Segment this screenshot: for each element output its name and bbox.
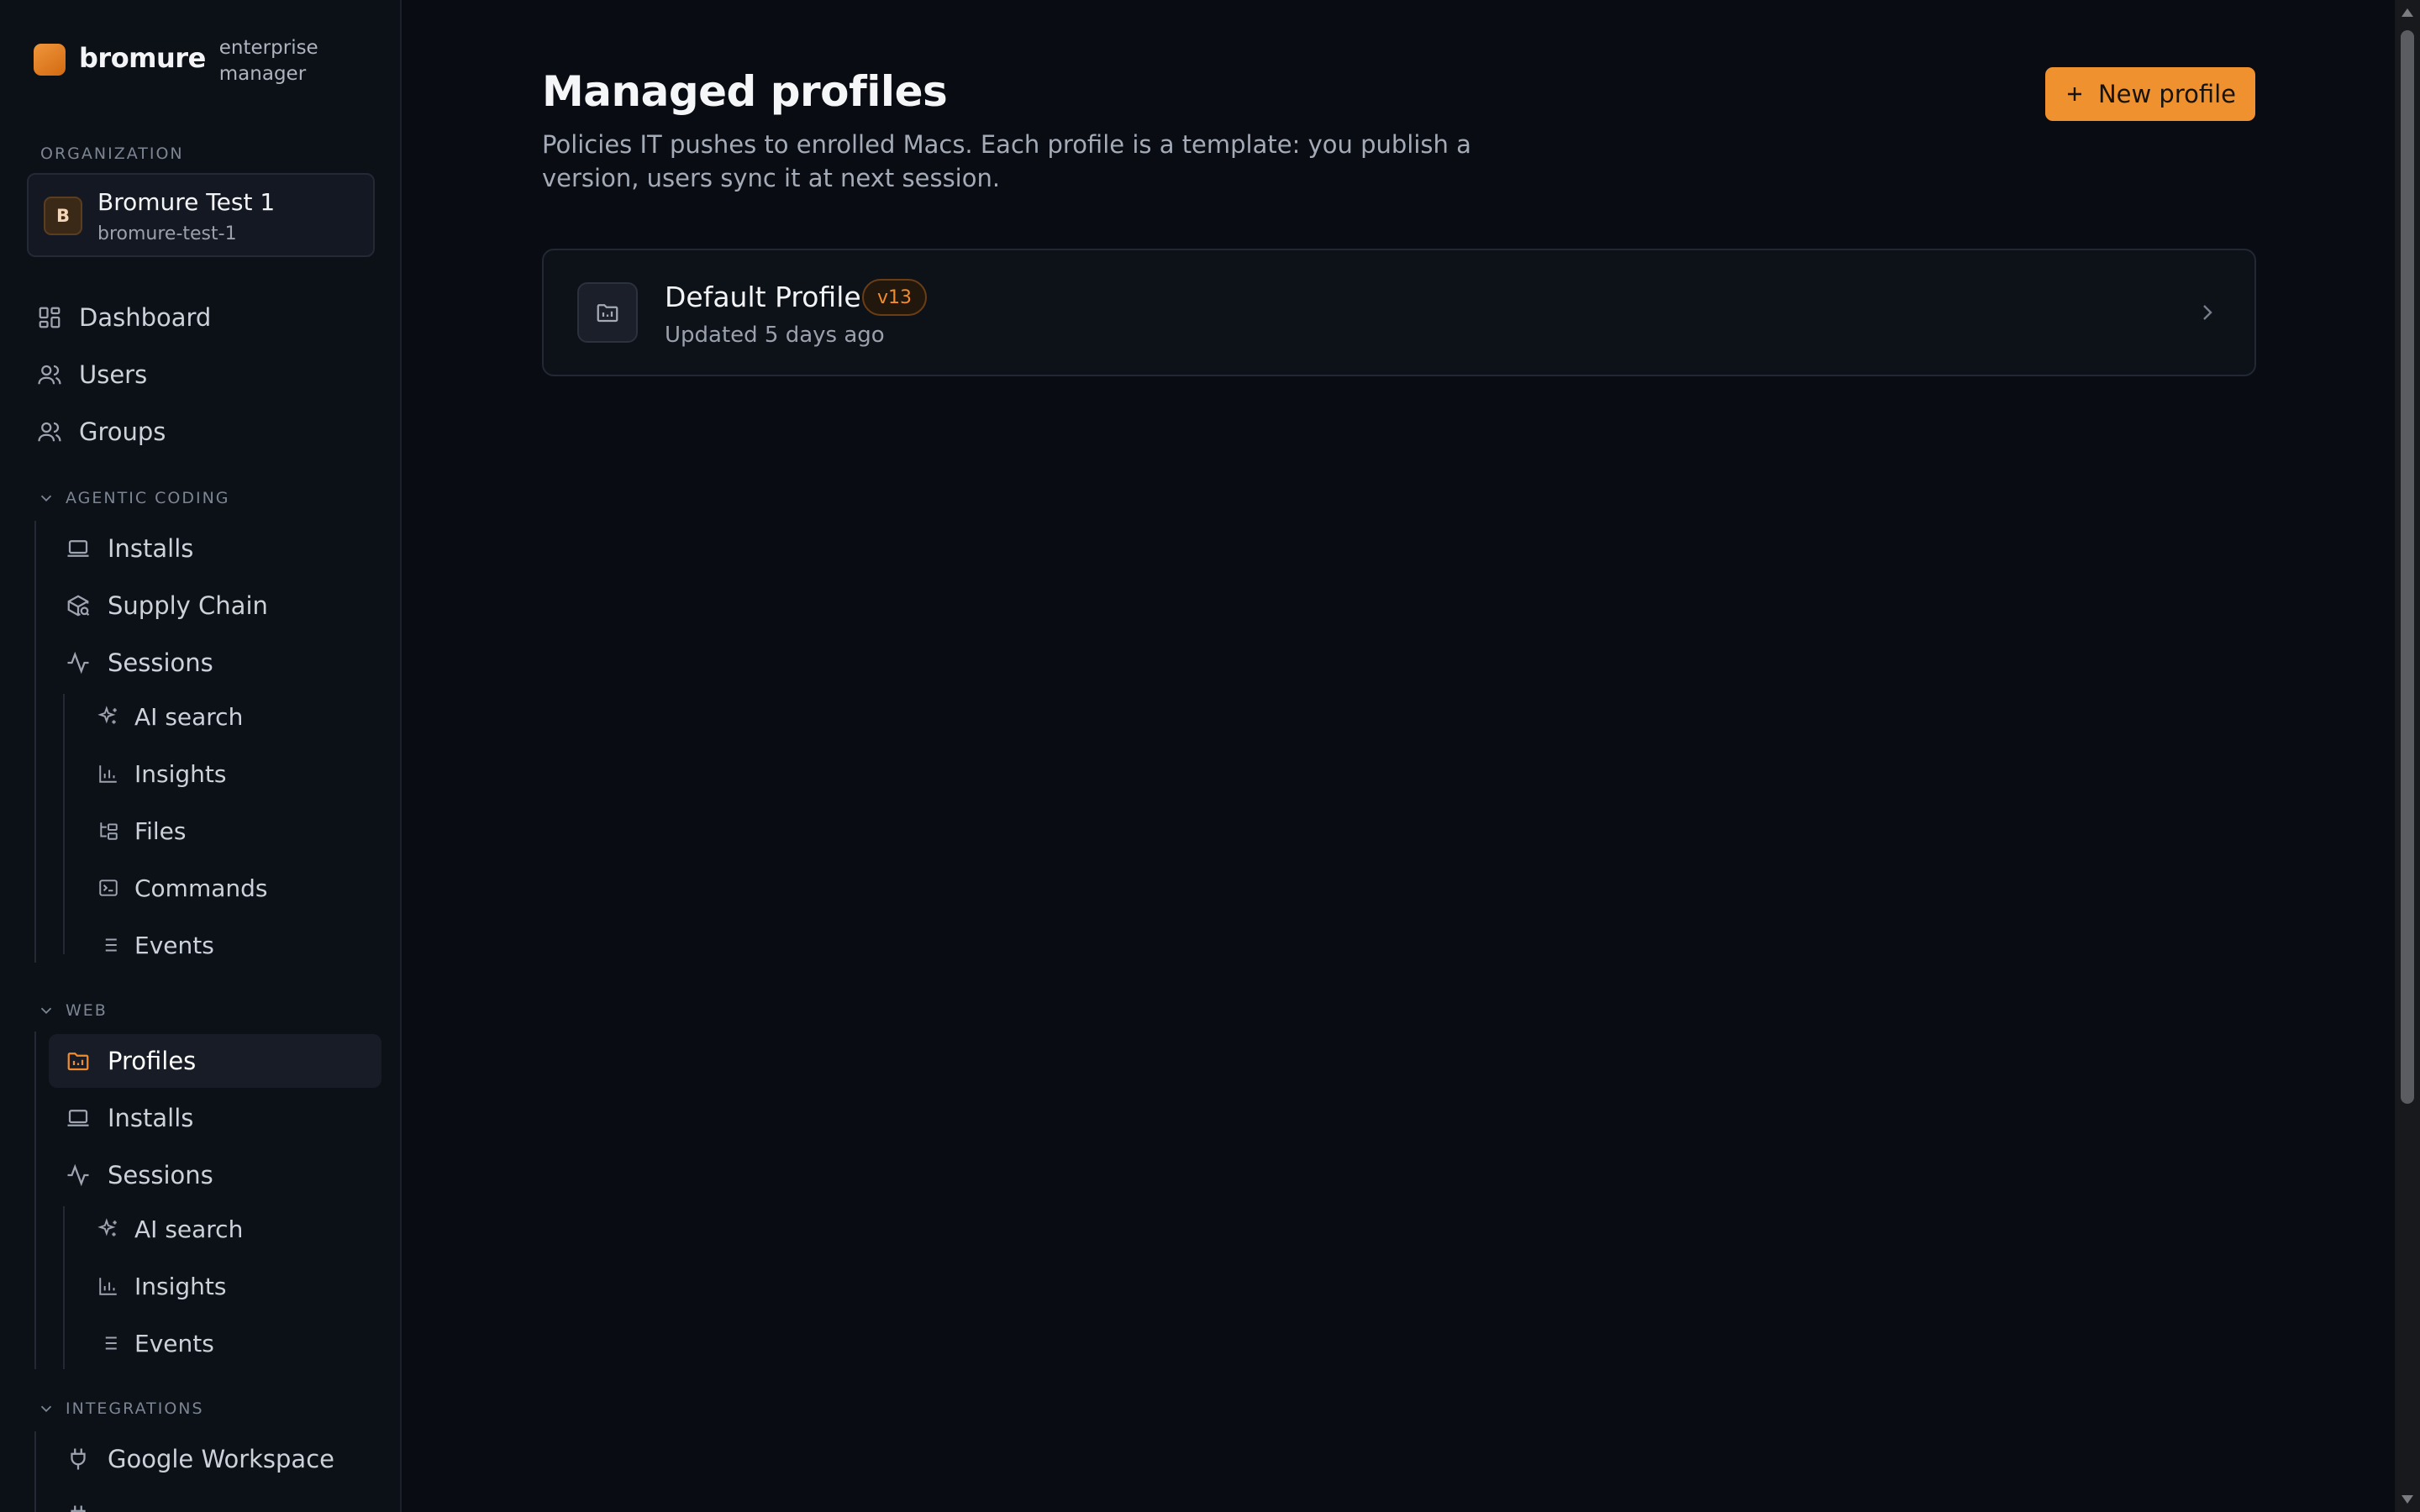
- scrollbar-thumb[interactable]: [2401, 30, 2414, 1104]
- sidebar-item-label: Events: [134, 931, 214, 959]
- scroll-down-arrow-icon[interactable]: [2402, 1495, 2413, 1504]
- chevron-down-icon: [40, 1405, 52, 1413]
- sidebar-item-coding-sessions[interactable]: Sessions: [66, 636, 381, 690]
- sidebar-item-web-insights[interactable]: Insights: [97, 1259, 381, 1313]
- sidebar-item-web-ai-search[interactable]: AI search: [97, 1202, 381, 1256]
- org-avatar: B: [44, 197, 82, 235]
- brand-logo: [34, 44, 66, 76]
- sidebar-item-users[interactable]: Users: [37, 348, 381, 402]
- sidebar-item-label: Files: [134, 816, 187, 845]
- sparkles-icon: [97, 1218, 119, 1240]
- subsection-guide-line: [63, 1206, 65, 1369]
- sidebar-item-coding-commands[interactable]: Commands: [97, 861, 381, 915]
- sidebar-item-label: Profiles: [108, 1047, 197, 1075]
- profile-name: Default Profile: [665, 281, 861, 313]
- sidebar-item-dashboard[interactable]: Dashboard: [37, 291, 381, 344]
- sidebar-item-label: Sessions: [108, 1161, 213, 1189]
- web-section[interactable]: WEB: [37, 1001, 108, 1020]
- brand-subtitle: enterprise manager: [218, 37, 318, 85]
- sidebar: bromure enterprise manager ORGANIZATION …: [0, 0, 402, 1512]
- plus-icon: [2067, 87, 2081, 101]
- bar-chart-icon: [97, 1275, 119, 1297]
- plug-icon: [66, 1446, 91, 1472]
- page-description: Policies IT pushes to enrolled Macs. Eac…: [542, 130, 1471, 192]
- dashboard-icon: [37, 305, 62, 330]
- organization-switcher[interactable]: B Bromure Test 1 bromure-test-1: [27, 173, 375, 257]
- sidebar-item-coding-insights[interactable]: Insights: [97, 747, 381, 801]
- sidebar-item-label: Installs: [108, 534, 194, 563]
- sidebar-item-label: Dashboard: [79, 303, 212, 332]
- plug-icon: [66, 1504, 91, 1512]
- subsection-guide-line: [63, 694, 65, 954]
- section-label: WEB: [66, 1001, 108, 1020]
- folder-tree-icon: [97, 820, 119, 842]
- list-icon: [97, 934, 119, 956]
- profile-card[interactable]: Default Profile v13 Updated 5 days ago: [542, 249, 2256, 376]
- laptop-icon: [66, 1105, 91, 1131]
- sidebar-item-coding-ai-search[interactable]: AI search: [97, 690, 381, 743]
- folder-chart-icon: [577, 282, 638, 343]
- org-name: Bromure Test 1: [97, 188, 276, 216]
- activity-icon: [66, 650, 91, 675]
- chevron-right-icon: [2203, 305, 2212, 320]
- sidebar-item-label: AI search: [134, 1215, 244, 1243]
- sidebar-item-label: Users: [79, 360, 148, 389]
- sidebar-item-label: Groups: [79, 417, 166, 446]
- section-label: INTEGRATIONS: [66, 1399, 204, 1418]
- sidebar-item-supply-chain[interactable]: Supply Chain: [66, 579, 381, 633]
- page-title: Managed profiles: [542, 67, 948, 116]
- scrollbar[interactable]: [2395, 0, 2420, 1512]
- sidebar-item-label: Events: [134, 1329, 214, 1357]
- sidebar-item-label: Insights: [134, 759, 227, 788]
- sidebar-item-groups[interactable]: Groups: [37, 405, 381, 459]
- sparkles-icon: [97, 706, 119, 727]
- section-guide-line: [34, 1032, 36, 1369]
- sidebar-item-label: AI search: [134, 702, 244, 731]
- list-icon: [97, 1332, 119, 1354]
- brand[interactable]: bromure enterprise manager: [34, 35, 337, 87]
- sidebar-item-web-profiles[interactable]: Profiles: [49, 1034, 381, 1088]
- sidebar-item-google-workspace[interactable]: Google Workspace: [66, 1432, 381, 1486]
- sidebar-item-label: Commands: [134, 874, 268, 902]
- chevron-down-icon: [40, 495, 52, 502]
- organization-section-label: ORGANIZATION: [40, 144, 184, 163]
- sidebar-item-label: Supply Chain: [108, 591, 268, 620]
- sidebar-item-coding-files[interactable]: Files: [97, 804, 381, 858]
- sidebar-item-label: Installs: [108, 1104, 194, 1132]
- sidebar-item-next-integration[interactable]: [66, 1489, 381, 1512]
- scroll-up-arrow-icon[interactable]: [2402, 8, 2413, 17]
- sidebar-item-web-installs[interactable]: Installs: [66, 1091, 381, 1145]
- version-badge: v13: [862, 279, 928, 316]
- folder-chart-icon: [66, 1048, 91, 1074]
- section-guide-line: [34, 1431, 36, 1512]
- bar-chart-icon: [97, 763, 119, 785]
- section-label: AGENTIC CODING: [66, 489, 230, 507]
- package-search-icon: [66, 593, 91, 618]
- terminal-icon: [97, 877, 119, 899]
- activity-icon: [66, 1163, 91, 1188]
- sidebar-item-label: Insights: [134, 1272, 227, 1300]
- sidebar-item-web-events[interactable]: Events: [97, 1316, 381, 1370]
- sidebar-item-label: Google Workspace: [108, 1445, 334, 1473]
- laptop-icon: [66, 536, 91, 561]
- brand-name: bromure: [79, 42, 206, 74]
- sidebar-item-web-sessions[interactable]: Sessions: [66, 1148, 381, 1202]
- chevron-down-icon: [40, 1007, 52, 1015]
- agentic-coding-section[interactable]: AGENTIC CODING: [37, 489, 230, 507]
- integrations-section[interactable]: INTEGRATIONS: [37, 1399, 204, 1418]
- new-profile-button-label: New profile: [2097, 80, 2237, 108]
- profile-updated: Updated 5 days ago: [665, 323, 885, 348]
- org-slug: bromure-test-1: [97, 223, 237, 244]
- sidebar-item-coding-installs[interactable]: Installs: [66, 522, 381, 575]
- user-icon: [37, 362, 62, 387]
- sidebar-item-label: Sessions: [108, 648, 213, 677]
- sidebar-item-coding-events[interactable]: Events: [97, 918, 381, 972]
- users-icon: [37, 419, 62, 444]
- new-profile-button[interactable]: New profile: [2045, 67, 2255, 121]
- section-guide-line: [34, 521, 36, 963]
